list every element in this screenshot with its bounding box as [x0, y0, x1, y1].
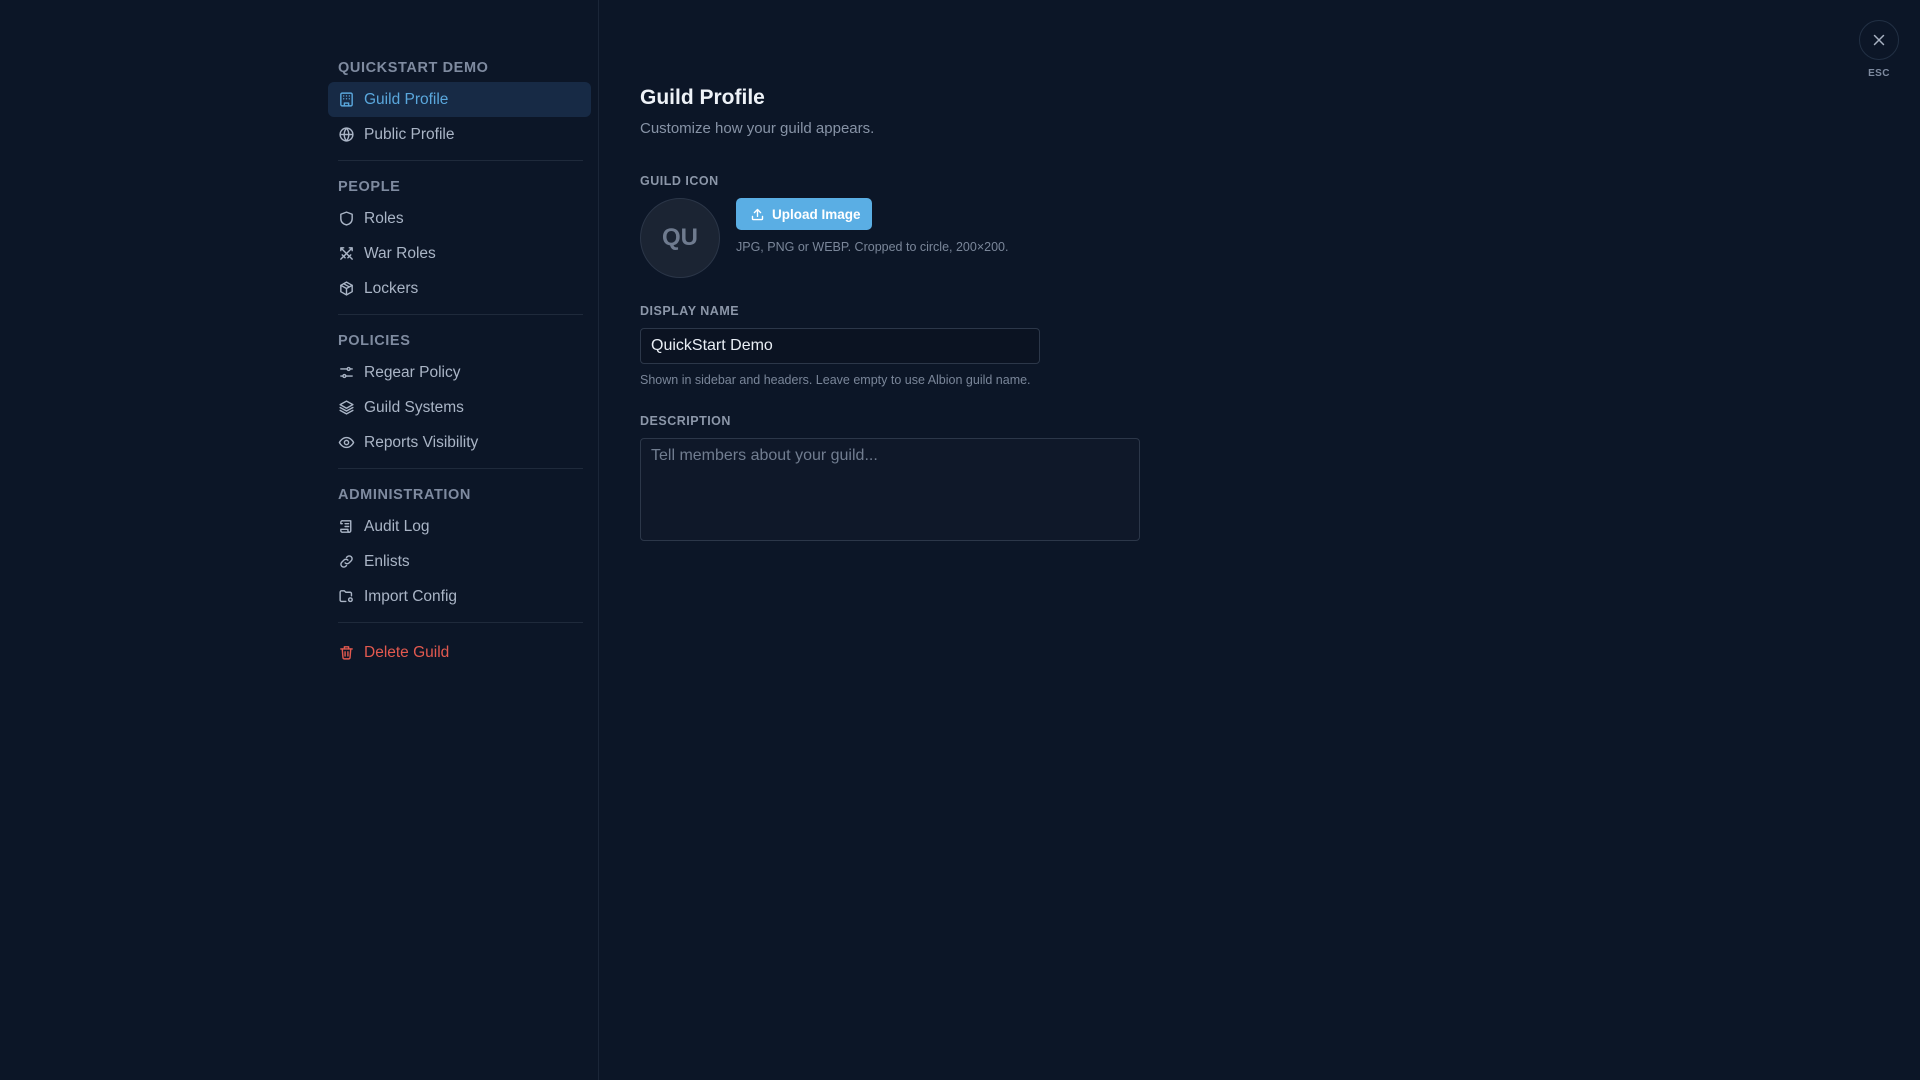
- upload-icon: [750, 207, 765, 222]
- sidebar-item-label: Guild Profile: [364, 90, 449, 108]
- guild-icon-section: GUILD ICON QU Upload Image JPG, PNG or W…: [640, 174, 1340, 278]
- close-button[interactable]: [1859, 20, 1899, 60]
- upload-image-label: Upload Image: [772, 206, 861, 222]
- sidebar-item-label: Lockers: [364, 279, 419, 297]
- section-title-quickstart-demo: QUICKSTART DEMO: [338, 60, 489, 76]
- upload-hint: JPG, PNG or WEBP. Cropped to circle, 200…: [736, 240, 1009, 254]
- esc-hint: ESC: [1868, 68, 1890, 79]
- sidebar-item-label: Enlists: [364, 552, 410, 570]
- layers-icon: [338, 399, 355, 416]
- sidebar-item-audit-log[interactable]: Audit Log: [328, 509, 591, 544]
- page-title: Guild Profile: [640, 86, 765, 109]
- display-name-input[interactable]: [640, 328, 1040, 364]
- sidebar-item-roles[interactable]: Roles: [328, 201, 591, 236]
- display-name-section: DISPLAY NAME Shown in sidebar and header…: [640, 304, 1340, 387]
- guild-avatar: QU: [640, 198, 720, 278]
- sidebar-divider: [338, 160, 583, 161]
- box-icon: [338, 280, 355, 297]
- description-textarea[interactable]: [640, 438, 1140, 541]
- crossed-swords-icon: [338, 245, 355, 262]
- sidebar-item-import-config[interactable]: Import Config: [328, 579, 591, 614]
- building-icon: [338, 91, 355, 108]
- guild-profile-panel: Guild Profile Customize how your guild a…: [640, 86, 1340, 546]
- sidebar-item-label: Roles: [364, 209, 404, 227]
- upload-image-button[interactable]: Upload Image: [736, 198, 872, 230]
- link-icon: [338, 553, 355, 570]
- sidebar-item-label: Reports Visibility: [364, 433, 479, 451]
- display-name-hint: Shown in sidebar and headers. Leave empt…: [640, 373, 1031, 387]
- sidebar-item-label: Delete Guild: [364, 643, 450, 661]
- sidebar-item-reports-visibility[interactable]: Reports Visibility: [328, 425, 591, 460]
- sidebar-item-guild-profile[interactable]: Guild Profile: [328, 82, 591, 117]
- sidebar-item-label: Audit Log: [364, 517, 430, 535]
- description-label: DESCRIPTION: [640, 414, 731, 428]
- section-title-policies: POLICIES: [338, 333, 411, 349]
- sidebar-item-label: Import Config: [364, 587, 458, 605]
- settings-sidebar: QUICKSTART DEMO Guild Profile Public Pro…: [0, 0, 599, 1080]
- sidebar-item-label: War Roles: [364, 244, 436, 262]
- close-control: ESC: [1859, 20, 1899, 79]
- eye-icon: [338, 434, 355, 451]
- sidebar-divider: [338, 468, 583, 469]
- description-section: DESCRIPTION: [640, 414, 1340, 546]
- guild-icon-label: GUILD ICON: [640, 174, 719, 188]
- section-title-people: PEOPLE: [338, 179, 401, 195]
- section-title-administration: ADMINISTRATION: [338, 487, 471, 503]
- sidebar-item-label: Public Profile: [364, 125, 455, 143]
- sidebar-item-war-roles[interactable]: War Roles: [328, 236, 591, 271]
- sidebar-divider: [338, 314, 583, 315]
- display-name-label: DISPLAY NAME: [640, 304, 740, 318]
- sidebar-item-label: Guild Systems: [364, 398, 464, 416]
- shield-icon: [338, 210, 355, 227]
- sidebar-item-delete-guild[interactable]: Delete Guild: [328, 635, 591, 670]
- page-subtitle: Customize how your guild appears.: [640, 120, 875, 137]
- sliders-icon: [338, 364, 355, 381]
- folder-cog-icon: [338, 588, 355, 605]
- trash-icon: [338, 644, 355, 661]
- sidebar-item-guild-systems[interactable]: Guild Systems: [328, 390, 591, 425]
- sidebar-item-enlists[interactable]: Enlists: [328, 544, 591, 579]
- close-icon: [1870, 31, 1888, 49]
- sidebar-item-lockers[interactable]: Lockers: [328, 271, 591, 306]
- sidebar-divider: [338, 622, 583, 623]
- scroll-icon: [338, 518, 355, 535]
- sidebar-item-public-profile[interactable]: Public Profile: [328, 117, 591, 152]
- sidebar-item-regear-policy[interactable]: Regear Policy: [328, 355, 591, 390]
- sidebar-item-label: Regear Policy: [364, 363, 461, 381]
- globe-icon: [338, 126, 355, 143]
